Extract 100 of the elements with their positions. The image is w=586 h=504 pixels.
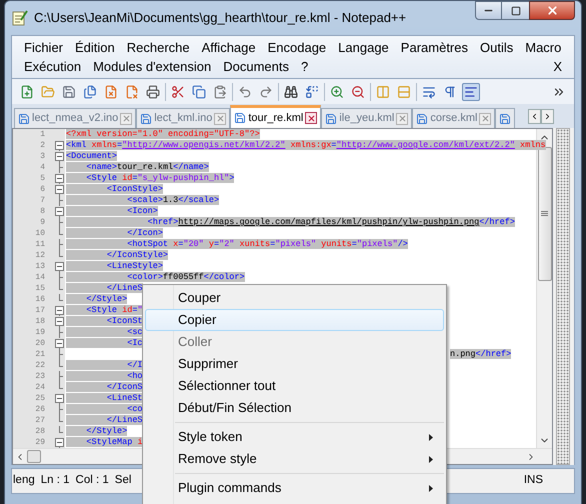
code-text: <hotSpot x="20" y="2" xunits="pixels" yunits="pixels"/> xyxy=(66,239,408,249)
zoom-out-icon xyxy=(351,84,365,98)
fold-toggle-icon[interactable] xyxy=(55,140,64,151)
status-field: Sel xyxy=(114,472,132,490)
line-number: 6 xyxy=(39,184,45,195)
menu-item[interactable]: Paramètres xyxy=(394,38,474,57)
fold-toggle-icon[interactable] xyxy=(55,338,64,349)
menu-item[interactable]: Macro xyxy=(519,38,568,57)
fold-toggle-icon[interactable] xyxy=(55,151,64,162)
fold-toggle-icon[interactable] xyxy=(55,316,64,327)
document-tab[interactable]: corse.kml xyxy=(412,108,496,128)
menu-item[interactable]: ? xyxy=(294,57,314,76)
code-text: <LineStyle> xyxy=(66,261,163,271)
document-tab[interactable]: lect_kml.ino xyxy=(136,108,230,128)
code-text: </LineS xyxy=(66,415,143,425)
line-number: 23 xyxy=(34,371,45,382)
context-menu-item[interactable]: Supprimer xyxy=(145,353,444,375)
code-text: <co xyxy=(66,404,143,414)
menu-item[interactable]: Outils xyxy=(474,38,520,57)
maximize-button[interactable] xyxy=(502,1,529,20)
menu-item[interactable]: Langage xyxy=(332,38,395,57)
window-title: C:\Users\JeanMi\Documents\gg_hearth\tour_re.kml - Notepad++ xyxy=(34,9,406,28)
line-number: 11 xyxy=(34,239,45,250)
menu-item[interactable]: Encodage xyxy=(262,38,332,57)
close-button[interactable] xyxy=(529,1,575,20)
folder-icon xyxy=(41,84,55,98)
context-menu-item[interactable]: Couper xyxy=(145,287,444,309)
line-number: 16 xyxy=(34,294,45,305)
scrollbar-thumb[interactable] xyxy=(27,450,41,463)
line-number: 24 xyxy=(34,382,45,393)
fold-toggle-icon[interactable] xyxy=(55,261,64,272)
line-number: 22 xyxy=(34,360,45,371)
code-text: <?xml version="1.0" encoding="UTF-8"?> xyxy=(66,129,260,139)
fold-toggle-icon[interactable] xyxy=(55,437,64,448)
submenu-arrow-icon xyxy=(429,434,433,440)
scrollbar-thumb[interactable] xyxy=(538,147,552,281)
tab-close-icon[interactable] xyxy=(305,112,318,124)
minimize-button[interactable] xyxy=(475,1,502,20)
close-file-icon xyxy=(104,84,118,98)
line-number: 17 xyxy=(34,305,45,316)
indent-guide-icon xyxy=(464,84,478,98)
save-icon xyxy=(62,84,76,98)
line-number: 18 xyxy=(34,316,45,327)
printer-button[interactable] xyxy=(144,82,162,100)
context-menu-item[interactable]: Plugin commands xyxy=(145,477,444,499)
code-text: <IconStyle> xyxy=(66,184,163,194)
menu-item[interactable]: Recherche xyxy=(120,38,196,57)
line-number: 8 xyxy=(39,206,45,217)
printer-icon xyxy=(146,84,160,98)
binoculars-icon xyxy=(284,84,298,98)
fold-toggle-icon[interactable] xyxy=(55,305,64,316)
save-all-button[interactable] xyxy=(81,82,99,100)
line-number: 7 xyxy=(39,195,45,206)
menu-item[interactable]: Fichier xyxy=(18,38,70,57)
status-field: Ln : 1 xyxy=(40,472,70,490)
code-text: <color>ff0055ff</color> xyxy=(66,272,245,282)
tab-scroll-left-button[interactable] xyxy=(528,108,541,124)
fold-toggle-icon[interactable] xyxy=(55,173,64,184)
document-tab[interactable]: tour_re.kml xyxy=(230,105,322,128)
line-number: 9 xyxy=(39,217,45,228)
wrap-icon xyxy=(422,84,436,98)
context-menu-item[interactable]: Début/Fin Sélection xyxy=(145,397,444,419)
line-number: 5 xyxy=(39,173,45,184)
document-tab[interactable] xyxy=(495,108,516,128)
submenu-arrow-icon xyxy=(429,456,433,462)
line-number: 13 xyxy=(34,261,45,272)
menu-item[interactable]: Documents xyxy=(217,57,295,76)
copy-button[interactable] xyxy=(190,82,208,100)
code-text: </LineS xyxy=(66,283,143,293)
code-text: <scale>1.3</scale> xyxy=(66,195,220,205)
context-menu-item[interactable]: Style token xyxy=(145,426,444,448)
close-document-button[interactable]: X xyxy=(547,57,568,76)
fold-toggle-icon[interactable] xyxy=(55,206,64,217)
menu-item[interactable]: Exécution xyxy=(18,57,88,76)
context-menu-item[interactable]: Sélectionner tout xyxy=(145,375,444,397)
context-menu-item[interactable]: Remove style xyxy=(145,448,444,470)
line-number: 19 xyxy=(34,327,45,338)
tab-scroll-right-button[interactable] xyxy=(541,108,554,124)
menu-item[interactable]: Affichage xyxy=(196,38,262,57)
menu-item[interactable]: Modules d'extension xyxy=(87,57,218,76)
floppy-icon xyxy=(499,112,512,124)
indent-guide-button[interactable] xyxy=(462,82,480,100)
code-text: <ho xyxy=(66,371,143,381)
document-tab[interactable]: lect_nmea_v2.ino xyxy=(14,108,136,128)
code-text: </Icon> xyxy=(66,228,163,238)
line-number: 14 xyxy=(34,272,45,283)
document-tab[interactable]: ile_yeu.kml xyxy=(321,108,412,128)
copy-icon xyxy=(192,84,206,98)
paste-icon xyxy=(213,84,227,98)
line-number: 27 xyxy=(34,415,45,426)
line-number: 15 xyxy=(34,283,45,294)
fold-toggle-icon[interactable] xyxy=(55,184,64,195)
line-number: 3 xyxy=(39,151,45,162)
menu-item[interactable]: Édition xyxy=(69,38,121,57)
fold-toggle-icon[interactable] xyxy=(55,393,64,404)
context-menu-item[interactable]: Copier xyxy=(145,309,444,331)
line-number: 10 xyxy=(34,228,45,239)
close-all-icon xyxy=(125,84,139,98)
line-number: 12 xyxy=(34,250,45,261)
code-text: </Style> xyxy=(66,426,128,436)
